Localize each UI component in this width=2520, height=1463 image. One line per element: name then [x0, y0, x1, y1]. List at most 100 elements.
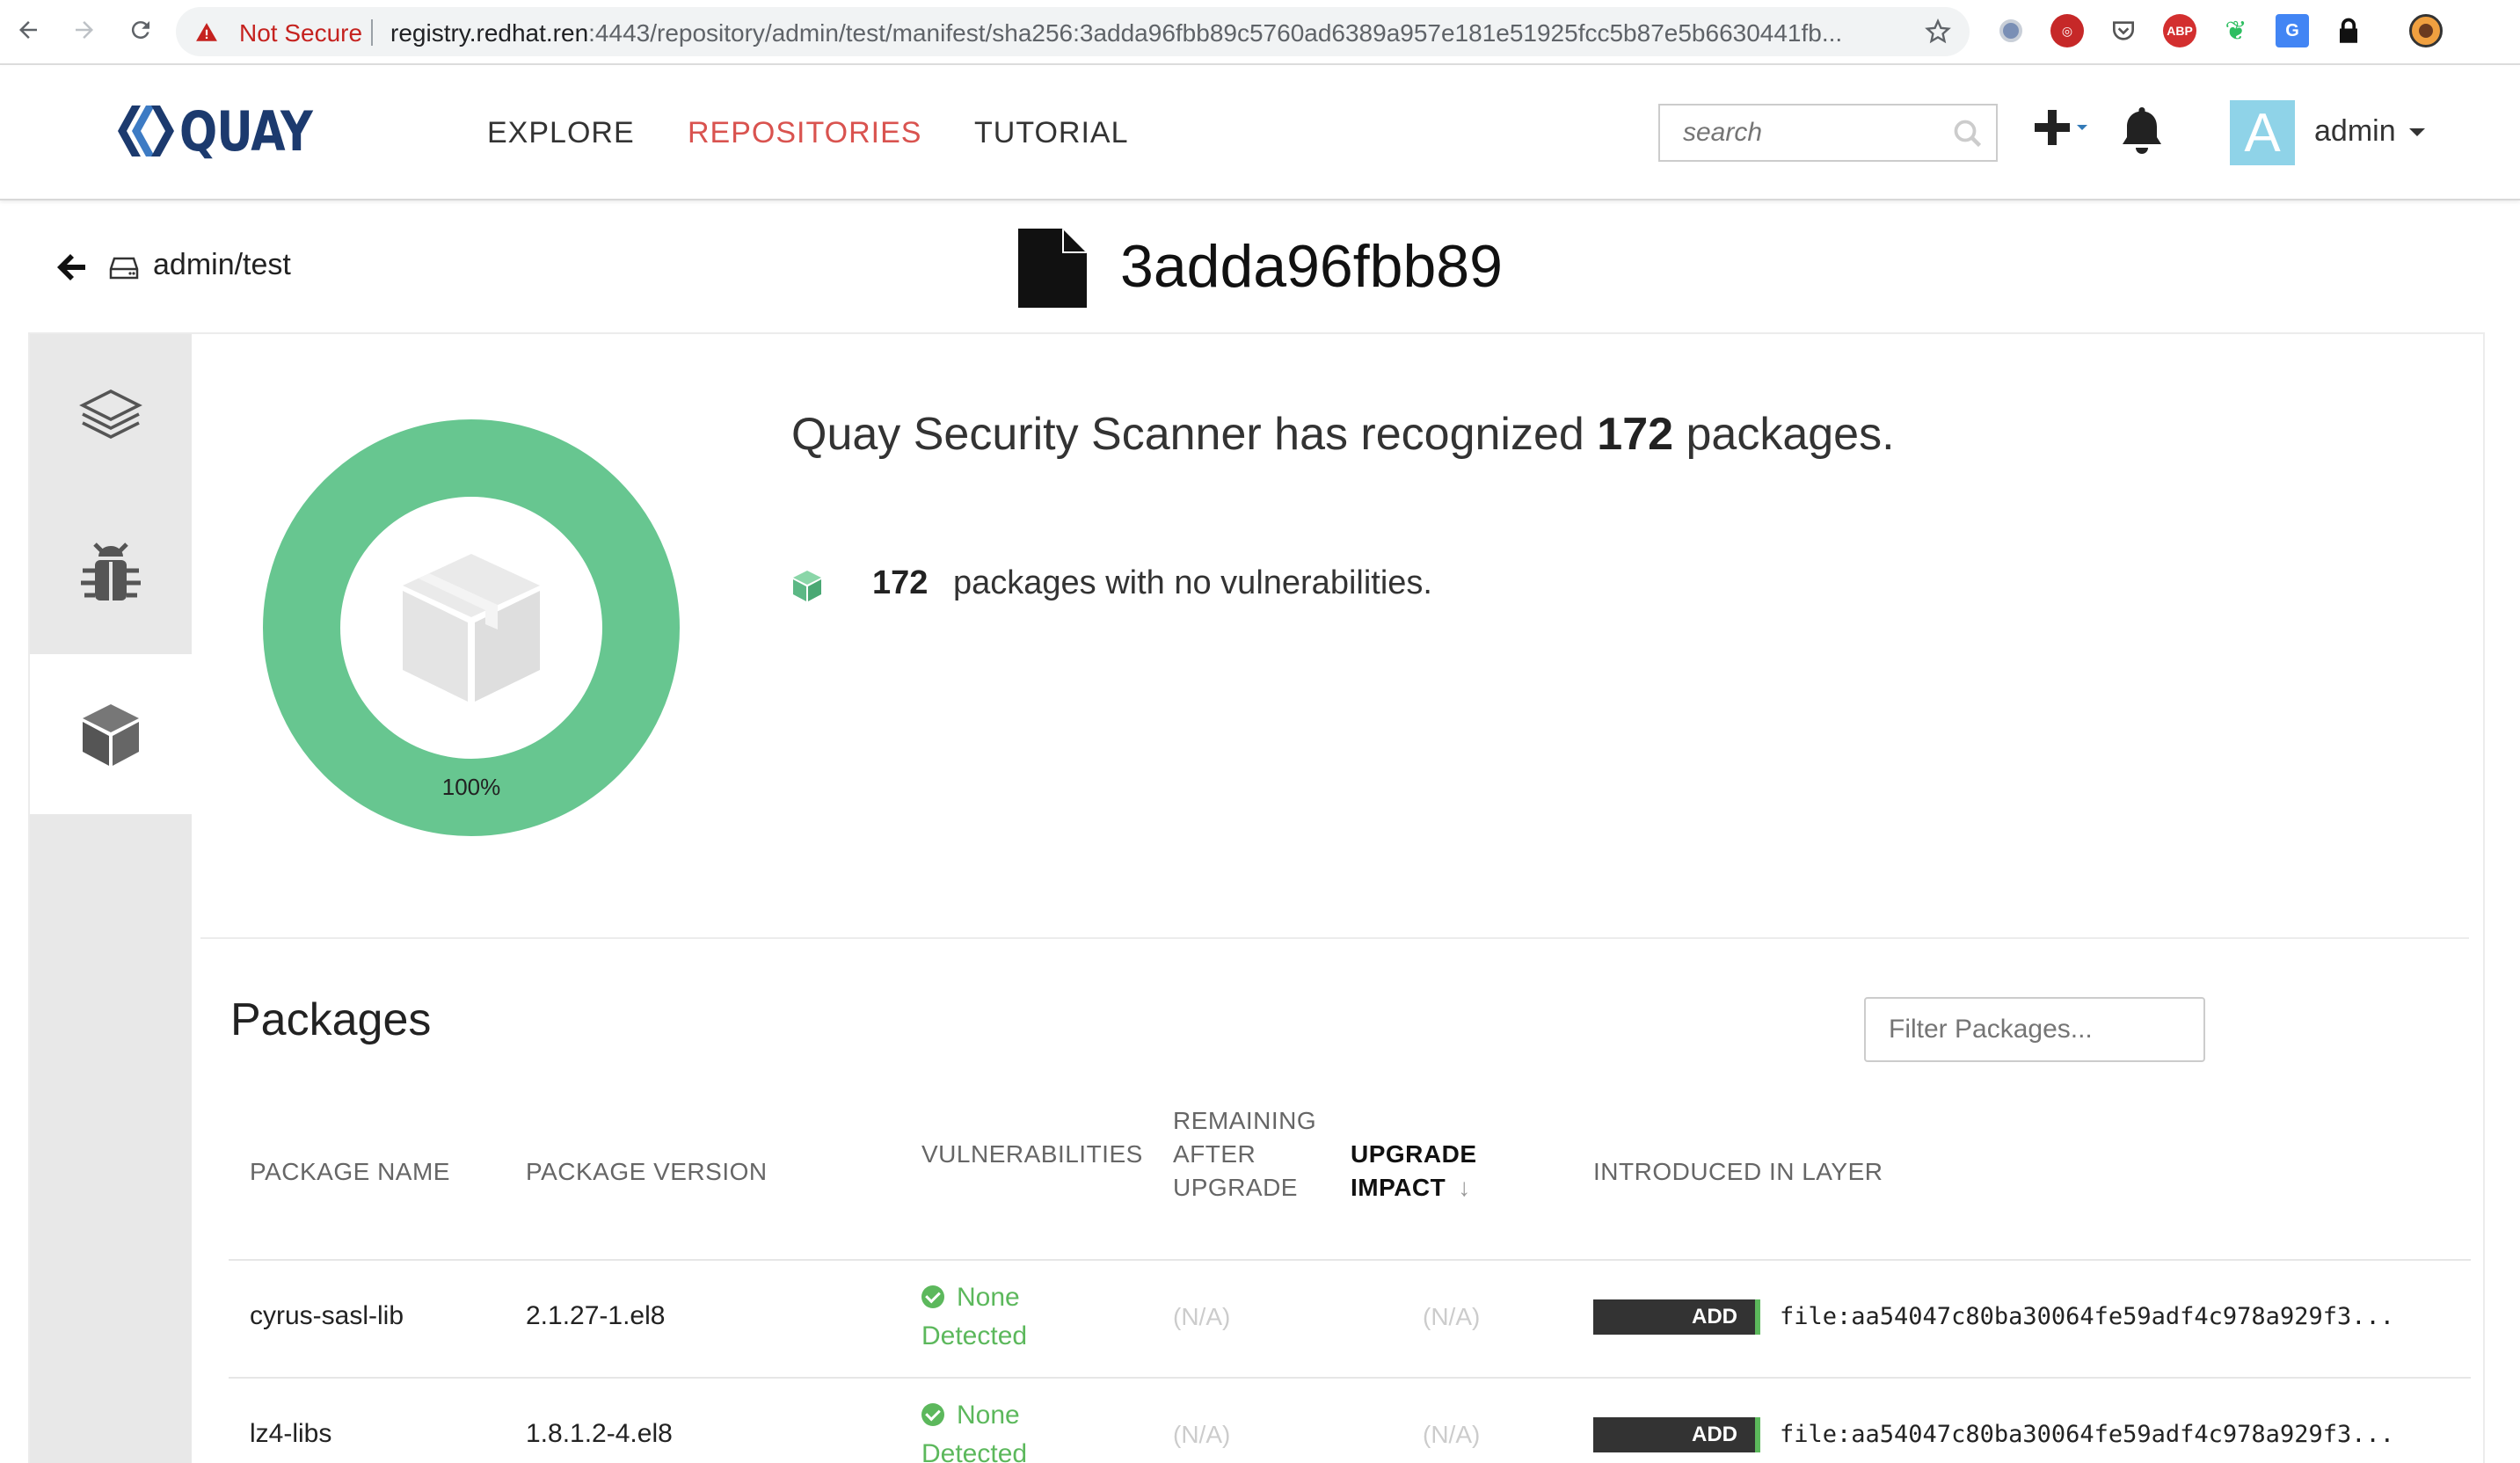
filter-box — [1864, 997, 2205, 1062]
sort-down-icon: ↓ — [1458, 1174, 1471, 1201]
side-tabs — [30, 334, 192, 1463]
col-remaining-line3: UPGRADE — [1173, 1174, 1298, 1201]
col-impact-line1: UPGRADE — [1351, 1140, 1477, 1168]
vuln-status-text2: Detected — [921, 1321, 1028, 1350]
filter-packages-input[interactable] — [1866, 999, 2203, 1060]
url-host: registry.redhat.ren — [390, 19, 589, 47]
tab-packages[interactable] — [30, 654, 192, 814]
ext-red-icon[interactable]: ◎ — [2050, 14, 2084, 47]
remaining-value: (N/A) — [1173, 1421, 1231, 1448]
remaining-value: (N/A) — [1173, 1303, 1231, 1330]
section-divider — [200, 937, 2469, 939]
col-remaining-line1: REMAINING — [1173, 1107, 1317, 1134]
abp-icon[interactable]: ABP — [2163, 14, 2196, 47]
col-remaining-after-upgrade[interactable]: REMAINING AFTER UPGRADE — [1173, 1104, 1316, 1205]
pocket-icon[interactable] — [2107, 14, 2140, 47]
vuln-status: None Detected — [921, 1396, 1027, 1463]
bug-icon — [81, 542, 141, 600]
vuln-status-text2: Detected — [921, 1439, 1028, 1463]
impact-value: (N/A) — [1423, 1303, 1481, 1330]
username-menu[interactable]: admin — [2314, 114, 2396, 149]
col-package-version[interactable]: PACKAGE VERSION — [526, 1155, 768, 1189]
search-icon[interactable] — [1952, 118, 1984, 149]
browser-forward-button[interactable] — [69, 12, 100, 47]
row-divider — [229, 1377, 2471, 1379]
arrow-left-icon — [19, 21, 37, 39]
col-introduced-in-layer[interactable]: INTRODUCED IN LAYER — [1593, 1155, 1883, 1189]
layer-file: file:aa54047c80ba30064fe59adf4c978a929f3… — [1780, 1421, 2394, 1448]
vuln-status-text1: None — [957, 1401, 1020, 1430]
nav-explore[interactable]: EXPLORE — [487, 116, 635, 150]
address-bar[interactable]: Not Secure registry.redhat.ren:4443/repo… — [176, 7, 1970, 56]
donut-package-icon — [403, 554, 540, 702]
layer-command-badge[interactable]: ADD — [1593, 1417, 1760, 1452]
back-arrow-icon[interactable] — [55, 251, 88, 283]
warning-icon — [196, 23, 217, 41]
nav-tutorial[interactable]: TUTORIAL — [974, 116, 1129, 150]
search-input[interactable] — [1660, 106, 1941, 160]
package-version: 1.8.1.2-4.el8 — [526, 1419, 673, 1448]
url-path: :4443/repository/admin/test/manifest/sha… — [588, 19, 1843, 47]
browser-back-button[interactable] — [12, 12, 44, 47]
col-package-name[interactable]: PACKAGE NAME — [250, 1155, 450, 1189]
packages-title: Packages — [230, 994, 432, 1045]
check-circle-icon — [921, 1403, 944, 1426]
vuln-status-text1: None — [957, 1283, 1020, 1312]
notifications-bell-icon[interactable] — [2117, 102, 2167, 158]
table-header-divider — [229, 1259, 2471, 1261]
package-version: 2.1.27-1.el8 — [526, 1301, 666, 1330]
evernote-icon[interactable]: ❦ — [2219, 14, 2253, 47]
not-secure-label[interactable]: Not Secure — [239, 19, 362, 47]
profile-icon[interactable] — [2409, 14, 2443, 47]
create-new-icon[interactable] — [2028, 102, 2098, 158]
impact-value: (N/A) — [1423, 1421, 1481, 1448]
arrow-right-icon — [76, 21, 93, 39]
green-package-icon — [793, 571, 821, 601]
tab-layers[interactable] — [30, 334, 192, 494]
summary-count: 172 — [1597, 409, 1674, 460]
reload-icon — [131, 21, 149, 40]
layer-command-badge[interactable]: ADD — [1593, 1299, 1760, 1335]
repository-link[interactable]: admin/test — [153, 248, 291, 282]
package-name: lz4-libs — [250, 1419, 332, 1448]
repository-icon — [109, 257, 139, 280]
address-separator — [371, 19, 373, 46]
nav-repositories[interactable]: REPOSITORIES — [688, 116, 921, 150]
package-name: cyrus-sasl-lib — [250, 1301, 404, 1330]
search-box — [1658, 104, 1998, 162]
donut-ring — [263, 419, 680, 836]
bookmark-star-icon[interactable] — [1924, 18, 1952, 46]
manifest-panel: 100% Quay Security Scanner has recognize… — [28, 332, 2485, 1463]
no-vuln-count: 172 — [872, 564, 929, 601]
chrome-ext-icon[interactable] — [1994, 14, 2028, 47]
vuln-status-line1: None — [921, 1396, 1027, 1435]
col-upgrade-impact[interactable]: UPGRADE IMPACT ↓ — [1351, 1138, 1477, 1205]
manifest-file-icon — [1018, 229, 1087, 308]
check-circle-icon — [921, 1285, 944, 1308]
col-impact-line2-text: IMPACT — [1351, 1174, 1446, 1201]
col-remaining-line2: AFTER — [1173, 1140, 1256, 1168]
layer-file: file:aa54047c80ba30064fe59adf4c978a929f3… — [1780, 1303, 2394, 1330]
quay-logo[interactable]: QUAY — [114, 98, 341, 164]
app-header: QUAY EXPLORE REPOSITORIES TUTORIAL A adm… — [0, 67, 2520, 200]
col-impact-line2: IMPACT ↓ — [1351, 1171, 1477, 1205]
manifest-title: 3adda96fbb89 — [1120, 233, 1503, 300]
layers-icon — [79, 389, 142, 439]
vuln-status: None Detected — [921, 1278, 1027, 1356]
url-text[interactable]: registry.redhat.ren:4443/repository/admi… — [390, 19, 2087, 47]
summary-prefix: Quay Security Scanner has recognized — [791, 409, 1584, 460]
package-icon — [83, 704, 139, 766]
donut-percent-label: 100% — [442, 774, 501, 800]
browser-reload-button[interactable] — [125, 12, 157, 47]
package-donut-chart: 100% — [263, 419, 680, 836]
lock-icon[interactable] — [2332, 14, 2365, 47]
no-vuln-text: packages with no vulnerabilities. — [953, 564, 1432, 601]
chevron-down-icon[interactable] — [2409, 128, 2425, 136]
summary-suffix: packages. — [1686, 409, 1895, 460]
quay-logo-text: QUAY — [179, 98, 313, 164]
col-vulnerabilities[interactable]: VULNERABILITIES — [921, 1138, 1143, 1171]
tab-vulnerabilities[interactable] — [30, 494, 192, 654]
translate-icon[interactable]: G — [2276, 14, 2309, 47]
scan-summary: Quay Security Scanner has recognized 172… — [791, 408, 1895, 461]
avatar[interactable]: A — [2230, 100, 2295, 165]
